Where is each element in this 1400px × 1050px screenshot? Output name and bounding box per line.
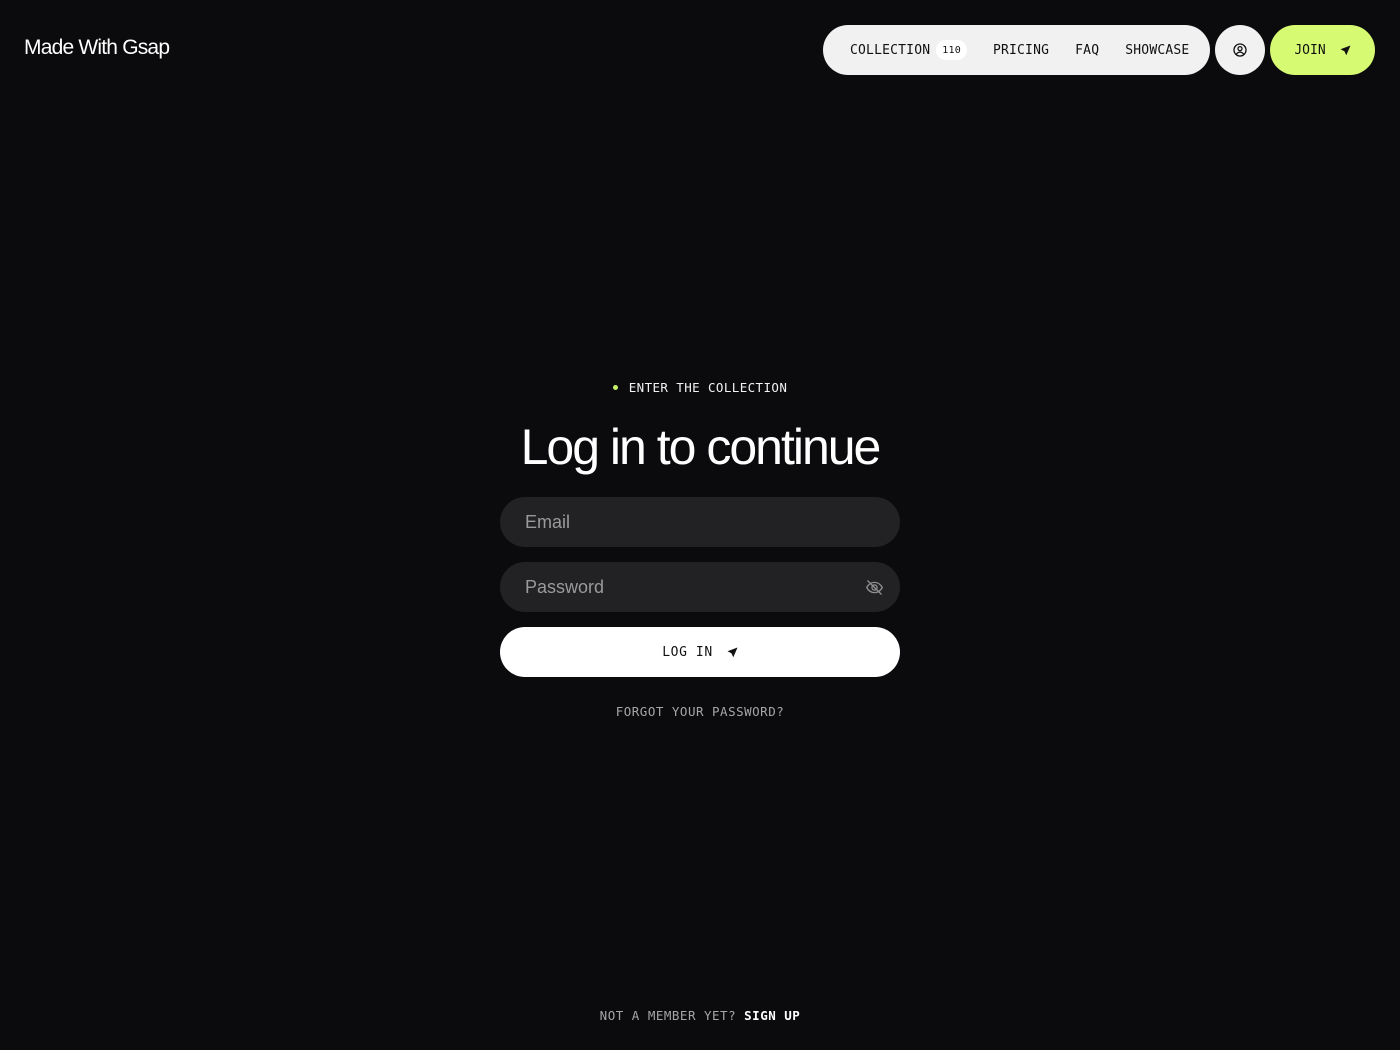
signup-link[interactable]: SIGN UP xyxy=(744,1008,800,1023)
user-circle-icon xyxy=(1233,43,1247,57)
eye-off-icon xyxy=(865,579,883,595)
toggle-password-visibility[interactable] xyxy=(864,577,884,597)
send-arrow-icon xyxy=(1340,45,1351,55)
send-arrow-icon xyxy=(727,647,738,657)
signup-row: NOT A MEMBER YET? SIGN UP xyxy=(0,1008,1400,1023)
nav-showcase[interactable]: SHOWCASE xyxy=(1125,43,1189,58)
forgot-password-link[interactable]: FORGOT YOUR PASSWORD? xyxy=(616,704,785,719)
status-dot xyxy=(612,385,618,390)
nav-collection[interactable]: COLLECTION 110 xyxy=(850,40,967,60)
login-button[interactable]: LOG IN xyxy=(500,627,900,677)
password-field-wrapper xyxy=(500,562,900,612)
nav-pricing[interactable]: PRICING xyxy=(993,43,1049,58)
main-nav: COLLECTION 110 PRICING FAQ SHOWCASE xyxy=(823,25,1210,75)
password-field[interactable] xyxy=(525,576,875,598)
signup-prompt: NOT A MEMBER YET? xyxy=(599,1008,737,1023)
join-button[interactable]: JOIN xyxy=(1270,25,1375,75)
eyebrow: ENTER THE COLLECTION xyxy=(0,380,1400,395)
nav-faq[interactable]: FAQ xyxy=(1075,43,1099,58)
collection-count-badge: 110 xyxy=(936,40,967,60)
email-field[interactable] xyxy=(525,511,875,533)
join-label: JOIN xyxy=(1294,42,1326,58)
page-title: Log in to continue xyxy=(520,419,882,475)
site-logo[interactable]: Made With Gsap xyxy=(24,36,170,60)
login-button-label: LOG IN xyxy=(662,644,713,660)
account-button[interactable] xyxy=(1215,25,1265,75)
eyebrow-text: ENTER THE COLLECTION xyxy=(628,380,788,395)
nav-collection-label: COLLECTION xyxy=(850,42,931,58)
email-field-wrapper xyxy=(500,497,900,547)
login-page: Made With Gsap COLLECTION 110 PRICING FA… xyxy=(0,0,1400,1050)
forgot-password-row: FORGOT YOUR PASSWORD? xyxy=(0,704,1400,719)
